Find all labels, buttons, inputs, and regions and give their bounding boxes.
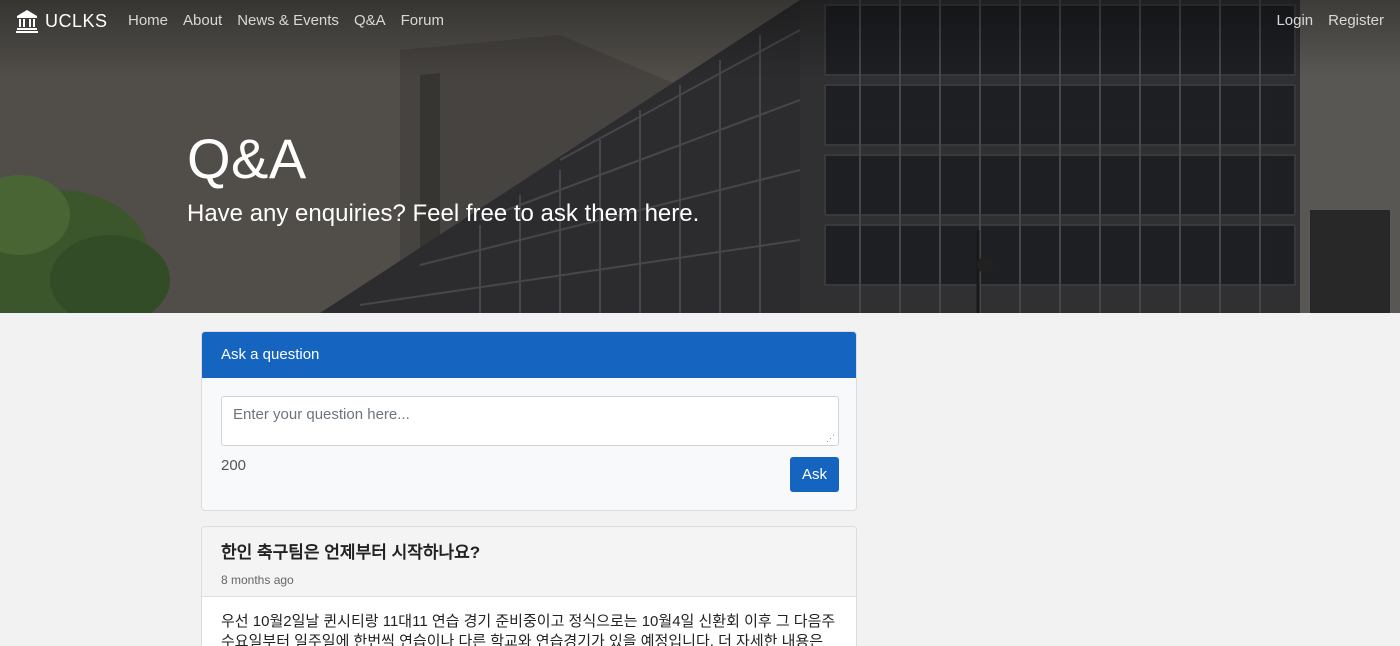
hero-banner: UCLKS Home About News & Events Q&A Forum… <box>0 0 1400 313</box>
building-columns-icon <box>16 10 38 33</box>
navbar: UCLKS Home About News & Events Q&A Forum… <box>0 0 1400 42</box>
nav-forum[interactable]: Forum <box>401 12 444 29</box>
ask-card-header: Ask a question <box>202 332 856 378</box>
nav-auth: Login Register <box>1261 12 1384 29</box>
question-card: 한인 축구팀은 언제부터 시작하나요? 8 months ago 우선 10월2… <box>201 526 857 646</box>
brand-link[interactable]: UCLKS <box>16 9 108 33</box>
answer-text: 우선 10월2일날 퀸시티랑 11대11 연습 경기 준비중이고 정식으로는 1… <box>221 613 836 646</box>
character-counter: 200 <box>221 457 247 474</box>
resize-handle-icon[interactable]: ⋰ <box>826 433 836 443</box>
ask-button[interactable]: Ask <box>790 457 839 492</box>
page-title: Q&A <box>187 127 307 190</box>
question-input[interactable] <box>221 396 839 446</box>
nav-links: Home About News & Events Q&A Forum <box>128 12 459 29</box>
nav-about[interactable]: About <box>183 12 222 29</box>
register-link[interactable]: Register <box>1328 12 1384 29</box>
ask-question-card: Ask a question ⋰ 200 Ask <box>201 331 857 511</box>
brand-name: UCLKS <box>45 10 108 31</box>
question-title[interactable]: 한인 축구팀은 언제부터 시작하나요? <box>221 538 856 563</box>
nav-qa[interactable]: Q&A <box>354 12 386 29</box>
nav-home[interactable]: Home <box>128 12 168 29</box>
question-timestamp: 8 months ago <box>221 573 294 587</box>
nav-news-events[interactable]: News & Events <box>237 12 339 29</box>
question-header: 한인 축구팀은 언제부터 시작하나요? 8 months ago <box>202 527 856 597</box>
login-link[interactable]: Login <box>1276 12 1313 29</box>
page-subtitle: Have any enquiries? Feel free to ask the… <box>187 200 700 227</box>
